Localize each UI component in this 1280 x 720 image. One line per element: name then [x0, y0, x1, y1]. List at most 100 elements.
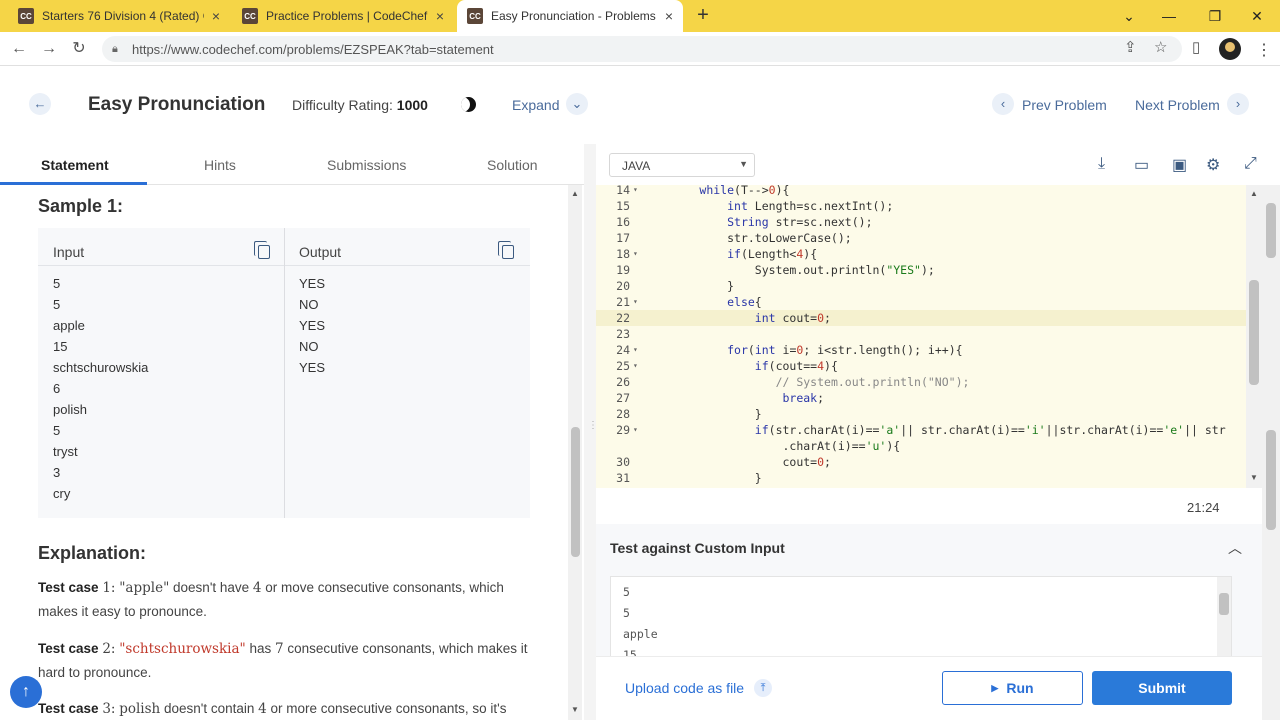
page-scrollbar[interactable] [1262, 185, 1280, 720]
upload-label: Upload code as file [625, 680, 745, 696]
browser-tab-1[interactable]: CC Starters 76 Division 4 (Rated) Co × [8, 0, 230, 32]
scroll-down-icon[interactable]: ▼ [568, 705, 582, 714]
panel-resizer[interactable]: ⋮ [584, 144, 598, 720]
tab-solution[interactable]: Solution [487, 157, 538, 173]
share-icon[interactable]: ⇪ [1124, 38, 1137, 56]
chevron-right-icon[interactable]: › [1227, 93, 1249, 115]
scroll-up-icon[interactable]: ▲ [1246, 189, 1262, 198]
scroll-to-top-button[interactable]: ↑ [10, 676, 42, 708]
fold-arrow-icon[interactable]: ▾ [633, 294, 638, 310]
line-number: 22 [616, 311, 630, 325]
line-number: 31 [616, 471, 630, 485]
difficulty-rating: Difficulty Rating: 1000 [292, 97, 428, 113]
custom-input-line: apple [623, 627, 658, 641]
chevron-down-icon[interactable]: ⌄ [566, 93, 588, 115]
code-text: if(Length<4){ [727, 247, 818, 261]
fullscreen-expand-icon[interactable]: ⤢ [1244, 155, 1257, 173]
forward-icon[interactable]: → [38, 38, 60, 60]
code-line[interactable]: .charAt(i)=='u'){ [596, 438, 1262, 454]
reload-icon[interactable]: ↻ [68, 38, 90, 60]
save-icon[interactable]: ▣ [1172, 155, 1187, 175]
maximize-icon[interactable]: ❐ [1192, 0, 1238, 32]
avatar[interactable] [1219, 38, 1241, 60]
tab-hints[interactable]: Hints [204, 157, 236, 173]
upload-code-link[interactable]: Upload code as file ⤒ [625, 679, 773, 697]
chevron-up-icon[interactable]: ︿ [1228, 538, 1242, 558]
editor-scrollbar[interactable]: ▲ ▼ [1246, 185, 1262, 488]
code-text: if(cout==4){ [754, 359, 838, 373]
close-tab-icon[interactable]: × [665, 8, 673, 24]
code-line[interactable]: 17 str.toLowerCase(); [596, 230, 1262, 246]
code-line[interactable]: 18 ▾ if(Length<4){ [596, 246, 1262, 262]
code-line[interactable]: 28 } [596, 406, 1262, 422]
statement-scrollbar[interactable]: ▲ ▼ [568, 185, 582, 720]
run-button[interactable]: ▶ Run [942, 671, 1083, 705]
editor-footer: Upload code as file ⤒ ▶ Run Submit [596, 656, 1262, 720]
sample-input-line: 6 [53, 381, 61, 396]
close-window-icon[interactable]: ✕ [1234, 0, 1280, 32]
code-line[interactable]: 27 break; [596, 390, 1262, 406]
next-problem-link[interactable]: Next Problem [1135, 97, 1220, 113]
download-icon[interactable]: ⤓ [1098, 155, 1105, 173]
half-moon-icon[interactable] [461, 97, 476, 112]
browser-menu-icon[interactable]: ⋮ [1256, 40, 1272, 60]
code-line[interactable]: 21 ▾ else{ [596, 294, 1262, 310]
browser-tab-2[interactable]: CC Practice Problems | CodeChef × [232, 0, 454, 32]
browser-tab-3[interactable]: CC Easy Pronunciation - Problems | C × [457, 0, 683, 32]
code-line[interactable]: 22 int cout=0; [596, 310, 1262, 326]
codechef-favicon-icon: CC [18, 8, 34, 24]
scrollbar-thumb[interactable] [1219, 593, 1229, 615]
fold-arrow-icon[interactable]: ▾ [633, 358, 638, 374]
close-tab-icon[interactable]: × [212, 8, 220, 24]
tab-statement[interactable]: Statement [41, 157, 109, 173]
code-line[interactable]: 26 // System.out.println("NO"); [596, 374, 1262, 390]
code-line[interactable]: 24 ▾ for(int i=0; i<str.length(); i++){ [596, 342, 1262, 358]
minimize-icon[interactable]: — [1146, 0, 1192, 32]
code-line[interactable]: 25 ▾ if(cout==4){ [596, 358, 1262, 374]
code-line[interactable]: 29 ▾ if(str.charAt(i)=='a'|| str.charAt(i… [596, 422, 1262, 438]
bookmark-star-icon[interactable]: ☆ [1154, 38, 1167, 56]
scrollbar-thumb[interactable] [571, 427, 580, 557]
comment-icon[interactable]: ▭ [1134, 155, 1149, 175]
chevron-left-icon[interactable]: ‹ [992, 93, 1014, 115]
code-line[interactable]: 14 ▾ while(T-->0){ [596, 185, 1262, 198]
sidebar-icon[interactable]: ▯ [1192, 38, 1200, 56]
submit-button[interactable]: Submit [1092, 671, 1232, 705]
code-line[interactable]: 16 String str=sc.next(); [596, 214, 1262, 230]
scrollbar-thumb[interactable] [1266, 430, 1276, 530]
fold-arrow-icon[interactable]: ▾ [633, 342, 638, 358]
scroll-down-icon[interactable]: ▼ [1246, 473, 1262, 482]
sample-title: Sample 1: [38, 196, 124, 216]
copy-output-icon[interactable] [498, 241, 514, 259]
scrollbar-thumb[interactable] [1249, 280, 1259, 385]
scroll-up-icon[interactable]: ▲ [568, 189, 582, 198]
expand-button[interactable]: Expand [512, 97, 559, 113]
code-line[interactable]: 15 int Length=sc.nextInt(); [596, 198, 1262, 214]
new-tab-icon[interactable]: + [692, 4, 714, 26]
language-select[interactable]: JAVA ▼ [609, 153, 755, 177]
arrow-left-icon[interactable]: ← [29, 93, 51, 115]
close-tab-icon[interactable]: × [436, 8, 444, 24]
code-text: } [644, 407, 762, 421]
gear-icon[interactable]: ⚙ [1206, 155, 1220, 175]
code-line[interactable]: 20 } [596, 278, 1262, 294]
code-line[interactable]: 19 System.out.println("YES"); [596, 262, 1262, 278]
back-icon[interactable]: ← [8, 38, 30, 60]
prev-problem-link[interactable]: Prev Problem [1022, 97, 1107, 113]
code-text: for(int i=0; i<str.length(); i++){ [727, 343, 963, 357]
copy-input-icon[interactable] [254, 241, 270, 259]
code-line[interactable]: 23 [596, 326, 1262, 342]
code-editor[interactable]: 14 ▾ while(T-->0){15 int Length=sc.nextIn… [596, 185, 1262, 488]
custom-input-scrollbar[interactable] [1217, 577, 1231, 663]
url-field[interactable]: 🔒︎ https://www.codechef.com/problems/EZS… [102, 36, 1182, 62]
code-line[interactable]: 30 cout=0; [596, 454, 1262, 470]
fold-arrow-icon[interactable]: ▾ [633, 246, 638, 262]
custom-input-textarea[interactable]: 5 5 apple 15 [610, 576, 1232, 664]
custom-input-title[interactable]: Test against Custom Input [610, 540, 785, 556]
code-line[interactable]: 31 } [596, 470, 1262, 486]
fold-arrow-icon[interactable]: ▾ [633, 422, 638, 438]
fold-arrow-icon[interactable]: ▾ [633, 185, 638, 198]
scrollbar-thumb[interactable] [1266, 203, 1276, 258]
tab-submissions[interactable]: Submissions [327, 157, 406, 173]
sample-input-line: cry [53, 486, 71, 501]
